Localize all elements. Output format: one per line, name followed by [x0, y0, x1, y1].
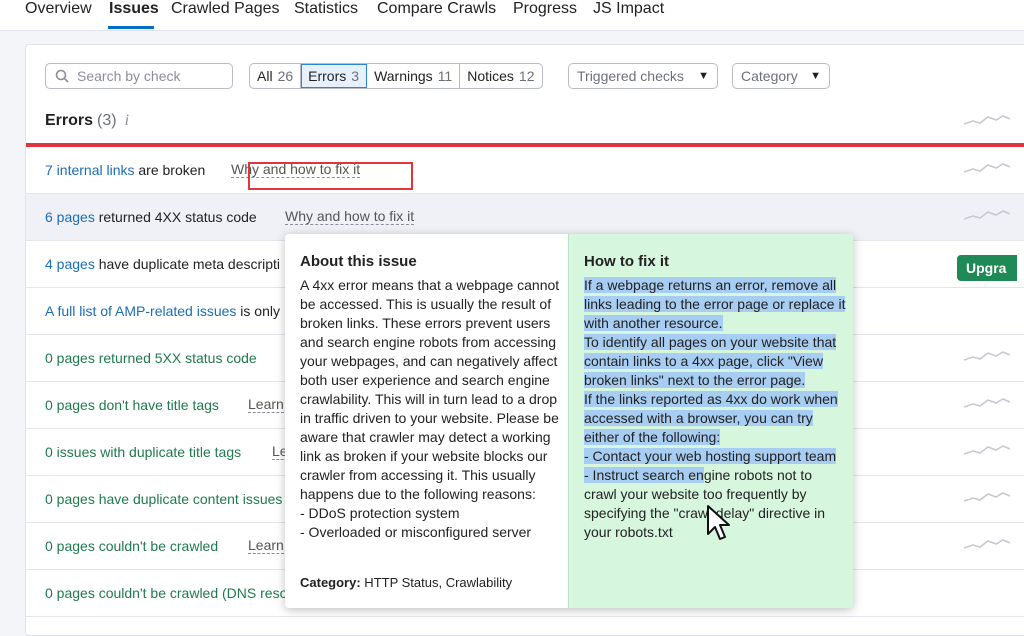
about-issue-panel: About this issue A 4xx error means that … — [285, 234, 568, 608]
search-icon — [55, 69, 69, 83]
tab-statistics[interactable]: Statistics — [294, 0, 358, 18]
section-title: Errors (3) i — [45, 112, 130, 129]
trend-sparkline — [964, 210, 1010, 220]
about-body: A 4xx error means that a webpage cannot … — [300, 277, 560, 540]
highlight-box — [248, 162, 413, 190]
trend-sparkline — [964, 539, 1010, 549]
chevron-down-icon: ▼ — [810, 70, 821, 82]
filter-all[interactable]: All 26 — [250, 64, 302, 88]
tab-js-impact[interactable]: JS Impact — [593, 0, 664, 18]
trend-sparkline — [964, 492, 1010, 502]
issue-link[interactable]: 0 pages couldn't be crawled — [45, 538, 218, 554]
issue-link[interactable]: 0 pages returned 5XX status code — [45, 350, 257, 366]
tab-issues[interactable]: Issues — [109, 0, 159, 18]
trend-sparkline — [964, 163, 1010, 173]
filter-warnings[interactable]: Warnings 11 — [367, 64, 461, 88]
fix-body: If a webpage returns an error, remove al… — [584, 276, 846, 542]
table-row: 7 internal links are broken Why and how … — [26, 147, 1024, 194]
trend-sparkline — [964, 398, 1010, 408]
tab-progress[interactable]: Progress — [513, 0, 577, 18]
filter-notices[interactable]: Notices 12 — [460, 64, 541, 88]
tab-compare-crawls[interactable]: Compare Crawls — [377, 0, 496, 18]
top-navigation: Overview Issues Crawled Pages Statistics… — [0, 0, 1024, 31]
selected-text: If a webpage returns an error, remove al… — [584, 277, 846, 483]
severity-filter: All 26 Errors 3 Warnings 11 Notices 12 — [249, 63, 543, 89]
tab-crawled-pages[interactable]: Crawled Pages — [171, 0, 280, 18]
issue-link[interactable]: 0 pages have duplicate content issues — [45, 491, 282, 507]
learn-more-link[interactable]: Learn — [248, 538, 284, 554]
about-title: About this issue — [300, 253, 417, 270]
trend-sparkline — [964, 445, 1010, 455]
upgrade-button[interactable]: Upgra — [957, 255, 1017, 281]
fix-title: How to fix it — [584, 253, 669, 270]
search-input[interactable] — [75, 67, 229, 85]
chevron-down-icon: ▼ — [698, 70, 709, 82]
info-icon[interactable]: i — [125, 112, 129, 129]
mouse-cursor-icon — [707, 505, 730, 540]
why-how-fix-link[interactable]: Why and how to fix it — [285, 209, 415, 225]
category-line: Category: HTTP Status, Crawlability — [300, 575, 513, 590]
issue-link[interactable]: 0 issues with duplicate title tags — [45, 444, 241, 460]
category-dropdown[interactable]: Category ▼ — [732, 63, 830, 89]
learn-more-link[interactable]: Learn — [248, 397, 284, 413]
issue-link[interactable]: A full list of AMP-related issues — [45, 303, 236, 319]
filter-errors[interactable]: Errors 3 — [301, 64, 368, 88]
trend-sparkline — [964, 115, 1010, 125]
issue-link[interactable]: 0 pages couldn't be crawled (DNS reso — [45, 585, 287, 601]
triggered-checks-dropdown[interactable]: Triggered checks ▼ — [568, 63, 718, 89]
how-to-fix-panel: How to fix it If a webpage returns an er… — [568, 234, 853, 608]
trend-sparkline — [964, 351, 1010, 361]
issue-link[interactable]: 6 pages — [45, 209, 95, 225]
issue-link[interactable]: 4 pages — [45, 256, 95, 272]
tab-overview[interactable]: Overview — [25, 0, 92, 18]
active-tab-indicator — [108, 26, 154, 29]
issue-link[interactable]: 0 pages don't have title tags — [45, 397, 219, 413]
issue-link[interactable]: 7 internal links — [45, 162, 135, 178]
issue-popover: About this issue A 4xx error means that … — [285, 234, 853, 608]
search-box[interactable] — [45, 63, 233, 89]
